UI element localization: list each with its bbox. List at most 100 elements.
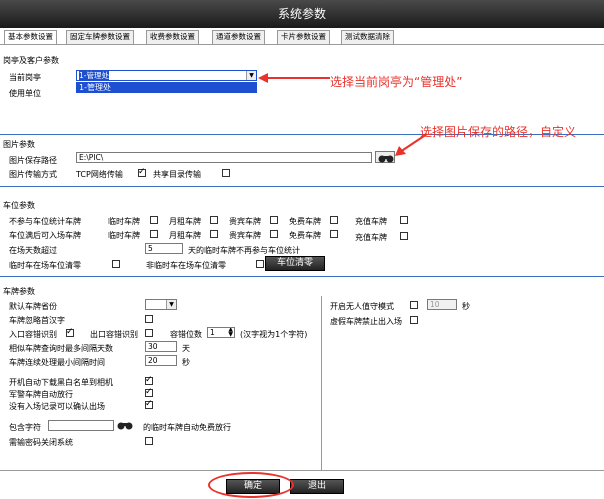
- police-label: 军警车牌自动放行: [9, 390, 73, 399]
- police-checkbox[interactable]: [145, 387, 153, 397]
- type-free: 免费车牌: [289, 217, 321, 226]
- path-input[interactable]: E:\PIC\: [76, 152, 372, 163]
- tab-basic[interactable]: 基本参数设置: [4, 30, 57, 44]
- auto-download-label: 开机自动下载黑白名单到相机: [9, 378, 113, 387]
- annotation-ok-circle: [208, 472, 294, 498]
- current-booth-label: 当前岗亭: [9, 73, 41, 82]
- password-checkbox[interactable]: [145, 437, 153, 445]
- no-stat-vip-checkbox[interactable]: [270, 216, 278, 224]
- type-temp: 临时车牌: [108, 217, 140, 226]
- fault-digits-value: 1: [210, 328, 215, 337]
- type-month: 月租车牌: [169, 231, 201, 240]
- contains-browse-button[interactable]: [116, 418, 134, 432]
- type-vip: 贵宾车牌: [229, 231, 261, 240]
- days-suffix: 天的临时车牌不再参与车位统计: [188, 246, 300, 255]
- booth-dropdown-option[interactable]: 1-管理处: [76, 82, 257, 93]
- no-stat-free-checkbox[interactable]: [330, 216, 338, 224]
- full-entry-recharge-checkbox[interactable]: [400, 232, 408, 240]
- annotation-path: 选择图片保存的路径，自定义: [420, 125, 577, 139]
- similar-days-input[interactable]: 30: [145, 341, 177, 352]
- current-booth-value: 1-管理处: [79, 71, 109, 80]
- min-interval-label: 车牌连续处理最小间隔时间: [9, 358, 105, 367]
- tab-fixed-plate[interactable]: 固定车牌参数设置: [66, 30, 134, 44]
- password-label: 需输密码关闭系统: [9, 438, 73, 447]
- fake-plate-checkbox[interactable]: [410, 316, 418, 324]
- booth-section-title: 岗亭及客户参数: [3, 56, 59, 65]
- tab-test-clear[interactable]: 测试数据清除: [341, 30, 394, 44]
- unattended-unit: 秒: [462, 302, 470, 311]
- no-stat-month-checkbox[interactable]: [210, 216, 218, 224]
- entry-fault-checkbox[interactable]: [66, 327, 74, 337]
- parking-section-title: 车位参数: [3, 201, 35, 210]
- annotation-arrow-booth: [258, 73, 330, 83]
- ignore-first-checkbox[interactable]: [145, 315, 153, 323]
- no-entry-checkbox[interactable]: [145, 399, 153, 409]
- nontemp-clear-checkbox[interactable]: [256, 260, 264, 268]
- unit-label: 使用单位: [9, 89, 41, 98]
- unattended-label: 开启无人值守模式: [330, 302, 394, 311]
- tab-channel[interactable]: 通道参数设置: [212, 30, 265, 44]
- min-interval-input[interactable]: 20: [145, 355, 177, 366]
- no-stat-temp-checkbox[interactable]: [150, 216, 158, 224]
- no-entry-label: 没有入场记录可以确认出场: [9, 402, 105, 411]
- section-separator: [0, 276, 604, 277]
- tab-fee[interactable]: 收费参数设置: [146, 30, 199, 44]
- type-month: 月租车牌: [169, 217, 201, 226]
- exit-fault-label: 出口容错识别: [90, 330, 138, 339]
- annotation-arrow-path: [395, 133, 428, 156]
- exit-fault-checkbox[interactable]: [145, 329, 153, 337]
- province-select[interactable]: ▼: [145, 299, 177, 310]
- full-entry-temp-checkbox[interactable]: [150, 230, 158, 238]
- share-checkbox[interactable]: [222, 169, 230, 177]
- tab-underline: [0, 44, 604, 45]
- transfer-mode-label: 图片传输方式: [9, 170, 57, 179]
- auto-download-checkbox[interactable]: [145, 375, 153, 385]
- type-free: 免费车牌: [289, 231, 321, 240]
- nontemp-clear-label: 非临时车在场车位清零: [146, 261, 226, 270]
- default-province-label: 默认车牌省份: [9, 302, 57, 311]
- type-vip: 贵宾车牌: [229, 217, 261, 226]
- contains-input[interactable]: [48, 420, 114, 431]
- tcp-label: TCP网络传输: [76, 170, 123, 179]
- column-divider: [321, 296, 322, 470]
- annotation-booth: 选择当前岗亭为“管理处”: [330, 75, 463, 89]
- tcp-checkbox[interactable]: [138, 167, 146, 177]
- full-entry-free-checkbox[interactable]: [330, 230, 338, 238]
- spinner-icon[interactable]: ▲ ▼: [228, 328, 233, 337]
- min-interval-unit: 秒: [182, 358, 190, 367]
- chevron-down-icon[interactable]: ▼: [246, 71, 256, 80]
- path-label: 图片保存路径: [9, 156, 57, 165]
- entry-fault-label: 入口容错识别: [9, 330, 57, 339]
- similar-days-label: 相似车牌查询时最多间隔天数: [9, 344, 113, 353]
- type-temp: 临时车牌: [108, 231, 140, 240]
- temp-clear-checkbox[interactable]: [112, 260, 120, 268]
- clear-parking-button[interactable]: 车位清零: [265, 256, 325, 271]
- picture-section-title: 图片参数: [3, 140, 35, 149]
- current-booth-select[interactable]: 1-管理处 ▼: [76, 70, 257, 81]
- full-entry-vip-checkbox[interactable]: [270, 230, 278, 238]
- contains-suffix: 的临时车牌自动免费放行: [143, 423, 231, 432]
- no-stat-recharge-checkbox[interactable]: [400, 216, 408, 224]
- contains-label: 包含字符: [9, 423, 41, 432]
- type-recharge: 充值车牌: [355, 217, 387, 226]
- exit-button[interactable]: 退出: [290, 479, 344, 494]
- fault-digits-note: (汉字视为1个字符): [240, 330, 308, 339]
- full-entry-month-checkbox[interactable]: [210, 230, 218, 238]
- tab-card[interactable]: 卡片参数设置: [277, 30, 330, 44]
- similar-days-unit: 天: [182, 344, 190, 353]
- window-title: 系统参数: [0, 0, 604, 28]
- fault-digits-label: 容错位数: [170, 330, 202, 339]
- share-label: 共享目录传输: [153, 170, 201, 179]
- section-separator: [0, 186, 604, 187]
- days-label: 在场天数超过: [9, 246, 57, 255]
- days-input[interactable]: 5: [145, 243, 183, 254]
- ignore-first-label: 车牌忽略首汉字: [9, 316, 65, 325]
- unattended-input[interactable]: 10: [427, 299, 457, 310]
- chevron-down-icon[interactable]: ▼: [166, 300, 176, 309]
- plate-section-title: 车牌参数: [3, 287, 35, 296]
- fault-digits-input[interactable]: 1 ▲ ▼: [207, 327, 235, 338]
- full-entry-label: 车位满后可入场车牌: [9, 231, 81, 240]
- binoculars-icon: [117, 422, 133, 430]
- temp-clear-label: 临时车在场车位清零: [9, 261, 81, 270]
- unattended-checkbox[interactable]: [410, 301, 418, 309]
